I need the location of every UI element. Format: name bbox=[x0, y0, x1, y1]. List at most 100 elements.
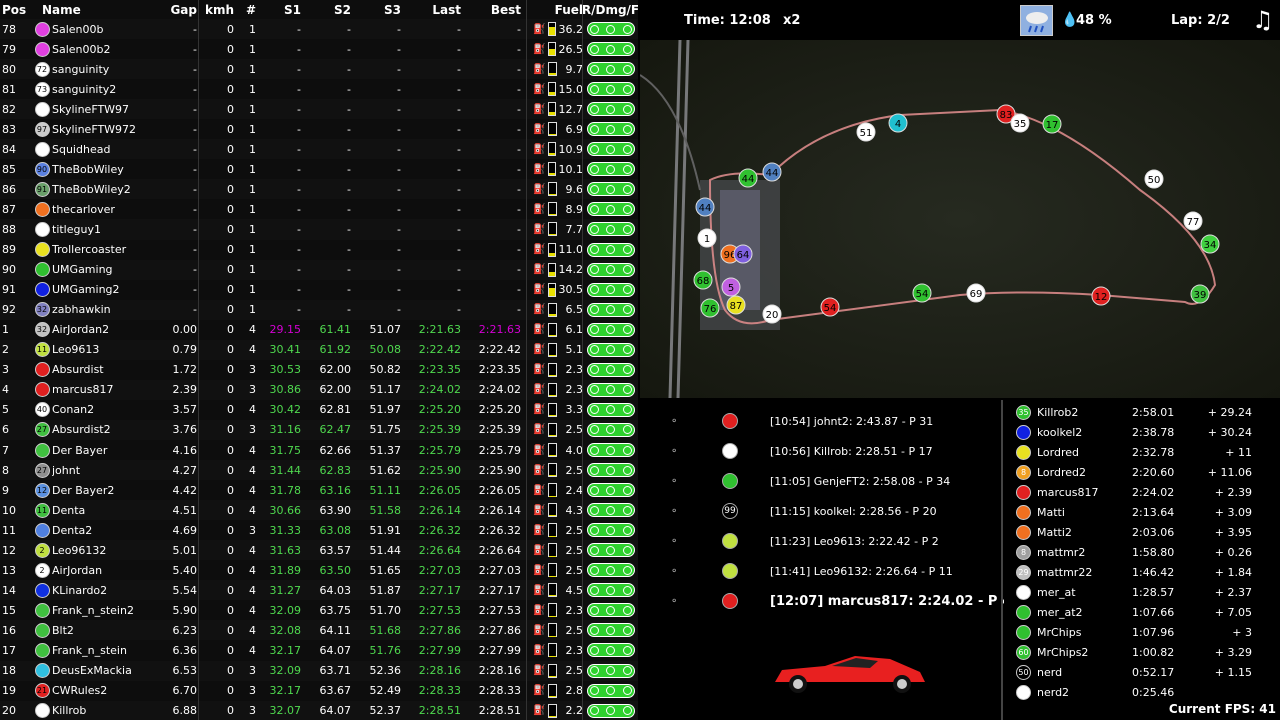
lap-time-row[interactable]: 50 nerd 0:52.17 + 1.15 bbox=[1004, 662, 1280, 682]
lap-time-row[interactable]: MrChips 1:07.96 + 3 bbox=[1004, 622, 1280, 642]
car-marker[interactable]: 20 bbox=[762, 304, 782, 324]
header-fuel[interactable]: Fuel bbox=[533, 3, 583, 17]
car-marker[interactable]: 51 bbox=[856, 122, 876, 142]
gap-cell: - bbox=[193, 283, 197, 297]
standings-row[interactable]: 79 Salen00b2-0 1- - - - - ⛽ 26.5 bbox=[0, 39, 638, 59]
standings-row[interactable]: 20 Killrob 6.88 0 3 32.07 64.07 52.37 2:28.51 2:2… bbox=[0, 700, 638, 720]
lap-time-row[interactable]: 29 mattmr22 1:46.42 + 1.84 bbox=[1004, 562, 1280, 582]
header-laps[interactable]: # bbox=[234, 3, 256, 17]
rdf-cell bbox=[583, 122, 638, 137]
standings-row[interactable]: 9 12 Der Bayer2 4.42 0 4 31.78 63.16 51.11 2:26.0… bbox=[0, 480, 638, 500]
gap-cell: 5.54 bbox=[172, 583, 198, 597]
standings-row[interactable]: 4 marcus817 2.39 0 3 30.86 62.00 51.17 2:24.02 2:… bbox=[0, 379, 638, 400]
music-note-icon[interactable]: ♫ bbox=[1252, 6, 1274, 34]
standings-row[interactable]: 2 11 Leo9613 0.79 0 4 30.41 61.92 50.08 2:22.42 2:… bbox=[0, 339, 638, 360]
standings-row[interactable]: 84 Squidhead -0 1- - - - - ⛽ 10.9 bbox=[0, 139, 638, 160]
rdf-cell bbox=[583, 463, 638, 478]
lap-time-row[interactable]: nerd2 0:25.46 bbox=[1004, 682, 1280, 702]
header-s1[interactable]: S1 bbox=[256, 3, 301, 17]
standings-row[interactable]: 10 11 Denta 4.51 0 4 30.66 63.90 51.58 2:26.14 2:2… bbox=[0, 500, 638, 521]
header-kmh[interactable]: kmh bbox=[197, 3, 234, 17]
driver-avatar bbox=[34, 642, 50, 658]
standings-row[interactable]: 11 Denta2 4.69 0 3 31.33 63.08 51.91 2:26.32 2:26… bbox=[0, 520, 638, 540]
standings-row[interactable]: 19 21 CWRules2 6.70 0 3 32.17 63.67 52.49 2:28.33… bbox=[0, 681, 638, 701]
car-marker[interactable]: 69 bbox=[966, 283, 986, 303]
standings-row[interactable]: 89 Trollercoaster -0 1- - - - - ⛽ 11.0 bbox=[0, 240, 638, 260]
standings-row[interactable]: 5 40 Conan2 3.57 0 4 30.42 62.81 51.97 2:25.20 2:2… bbox=[0, 400, 638, 420]
car-marker[interactable]: 54 bbox=[912, 283, 932, 303]
session-time: Time: 12:08 bbox=[684, 13, 771, 28]
standings-row[interactable]: 82 SkylineFTW97-0 1- - - - - ⛽ 12.7 bbox=[0, 99, 638, 120]
lap-time-row[interactable]: mer_at 1:28.57 + 2.37 bbox=[1004, 582, 1280, 602]
lap-time-row[interactable]: Matti2 2:03.06 + 3.95 bbox=[1004, 522, 1280, 542]
car-marker[interactable]: 44 bbox=[738, 168, 758, 188]
standings-row[interactable]: 3 Absurdist 1.72 0 3 30.53 62.00 50.82 2:23.35 2:… bbox=[0, 360, 638, 380]
car-marker[interactable]: 34 bbox=[1200, 234, 1220, 254]
standings-row[interactable]: 92 32 zabhawkin -0 1- - - - - ⛽ 6.5 bbox=[0, 299, 638, 320]
car-marker[interactable]: 68 bbox=[693, 270, 713, 290]
lap-time-row[interactable]: mer_at2 1:07.66 + 7.05 bbox=[1004, 602, 1280, 622]
standings-row[interactable]: 80 72 sanguinity -0 1- - - - - ⛽ 9.7 bbox=[0, 59, 638, 80]
standings-row[interactable]: 12 2 Leo96132 5.01 0 4 31.63 63.57 51.44 2:26.64 2… bbox=[0, 540, 638, 561]
time-speed[interactable]: x2 bbox=[783, 13, 800, 28]
lap-time-row[interactable]: koolkel2 2:38.78 + 30.24 bbox=[1004, 422, 1280, 442]
car-marker[interactable]: 76 bbox=[700, 298, 720, 318]
car-marker[interactable]: 4 bbox=[888, 113, 908, 133]
header-name[interactable]: Name bbox=[32, 3, 167, 17]
header-pos[interactable]: Pos bbox=[0, 3, 32, 17]
fuel-pump-icon: ⛽ bbox=[533, 424, 546, 436]
car-marker[interactable]: 12 bbox=[1091, 286, 1111, 306]
rdf-light bbox=[622, 385, 632, 395]
standings-row[interactable]: 86 91 TheBobWiley2-0 1- - - - - ⛽ 9.6 bbox=[0, 179, 638, 200]
car-marker[interactable]: 17 bbox=[1042, 114, 1062, 134]
car-marker[interactable]: 44 bbox=[695, 197, 715, 217]
standings-row[interactable]: 6 27 Absurdist2 3.76 0 3 31.16 62.47 51.75 2:25.3… bbox=[0, 419, 638, 440]
standings-row[interactable]: 7 Der Bayer 4.16 0 4 31.75 62.66 51.37 2:25.79 2:… bbox=[0, 440, 638, 460]
car-marker[interactable]: 64 bbox=[733, 244, 753, 264]
standings-row[interactable]: 8 27 johnt 4.27 0 4 31.44 62.83 51.62 2:25.90 2:25… bbox=[0, 460, 638, 481]
car-marker[interactable]: 35 bbox=[1010, 113, 1030, 133]
standings-row[interactable]: 15 Frank_n_stein2 5.90 0 4 32.09 63.75 51.70 2:2… bbox=[0, 600, 638, 620]
standings-row[interactable]: 1 32 AirJordan2 0.00 0 4 29.15 61.41 51.07 2:21.6… bbox=[0, 320, 638, 340]
standings-row[interactable]: 18 DeusExMackia 6.53 0 3 32.09 63.71 52.36 2:28.… bbox=[0, 660, 638, 681]
standings-row[interactable]: 78 Salen00b -0 1- - - - - ⛽ 36.2 bbox=[0, 19, 638, 40]
standings-row[interactable]: 87 thecarlover -0 1- - - - - ⛽ 8.9 bbox=[0, 199, 638, 219]
standings-row[interactable]: 17 Frank_n_stein 6.36 0 4 32.17 64.07 51.76 2:27… bbox=[0, 640, 638, 660]
header-rdf[interactable]: R/Dmg/F bbox=[583, 3, 638, 17]
header-last[interactable]: Last bbox=[401, 3, 461, 17]
car-marker[interactable]: 87 bbox=[726, 295, 746, 315]
standings-row[interactable]: 81 73 sanguinity2-0 1- - - - - ⛽ 15.0 bbox=[0, 79, 638, 99]
standings-row[interactable]: 16 Blt2 6.23 0 4 32.08 64.11 51.68 2:27.86 2:27.8… bbox=[0, 620, 638, 641]
standings-row[interactable]: 83 97 SkylineFTW972-0 1- - - - - ⛽ 6.9 bbox=[0, 119, 638, 139]
s1-cell: 31.33 bbox=[269, 523, 302, 537]
header-s2[interactable]: S2 bbox=[301, 3, 351, 17]
rdf-light bbox=[589, 385, 599, 395]
header-gap[interactable]: Gap bbox=[167, 3, 197, 17]
car-marker[interactable]: 1 bbox=[697, 228, 717, 248]
standings-row[interactable]: 88 titleguy1-0 1- - - - - ⛽ 7.7 bbox=[0, 219, 638, 240]
header-best[interactable]: Best bbox=[461, 3, 521, 17]
track-map[interactable]: 4 51 83 35 17 44 44 44 50 77 34 39 12 54 69 54 1 96 64 68 5 8… bbox=[640, 40, 1280, 398]
rdf-light bbox=[622, 625, 632, 635]
standings-row[interactable]: 91 UMGaming2-0 1- - - - - ⛽ 30.5 bbox=[0, 280, 638, 300]
car-marker[interactable]: 50 bbox=[1144, 169, 1164, 189]
lap-time-row[interactable]: Lordred 2:32.78 + 11 bbox=[1004, 442, 1280, 462]
lap-time-row[interactable]: 60 MrChips2 1:00.82 + 3.29 bbox=[1004, 642, 1280, 662]
lap-time-row[interactable]: marcus817 2:24.02 + 2.39 bbox=[1004, 482, 1280, 502]
lap-time: 2:32.78 bbox=[1132, 445, 1175, 459]
lap-time-row[interactable]: 8 Lordred2 2:20.60 + 11.06 bbox=[1004, 462, 1280, 482]
car-marker[interactable]: 44 bbox=[762, 162, 782, 182]
car-marker[interactable]: 39 bbox=[1190, 284, 1210, 304]
lap-time-row[interactable]: 8 mattmr2 1:58.80 + 0.26 bbox=[1004, 542, 1280, 562]
standings-row[interactable]: 90 UMGaming -0 1- - - - - ⛽ 14.2 bbox=[0, 259, 638, 280]
lap-time-row[interactable]: Matti 2:13.64 + 3.09 bbox=[1004, 502, 1280, 522]
standings-row[interactable]: 13 2 AirJordan 5.40 0 4 31.89 63.50 51.65 2:27.03… bbox=[0, 560, 638, 580]
standings-row[interactable]: 14 KLinardo2 5.54 0 4 31.27 64.03 51.87 2:27.17 2… bbox=[0, 580, 638, 601]
car-marker[interactable]: 54 bbox=[820, 297, 840, 317]
standings-row[interactable]: 85 90 TheBobWiley -0 1- - - - - ⛽ 10.1 bbox=[0, 159, 638, 179]
driver-name: johnt bbox=[52, 463, 81, 477]
header-s3[interactable]: S3 bbox=[351, 3, 401, 17]
car-marker[interactable]: 5 bbox=[721, 277, 741, 297]
car-marker[interactable]: 77 bbox=[1183, 211, 1203, 231]
lap-time-row[interactable]: 35 Killrob2 2:58.01 + 29.24 bbox=[1004, 402, 1280, 422]
